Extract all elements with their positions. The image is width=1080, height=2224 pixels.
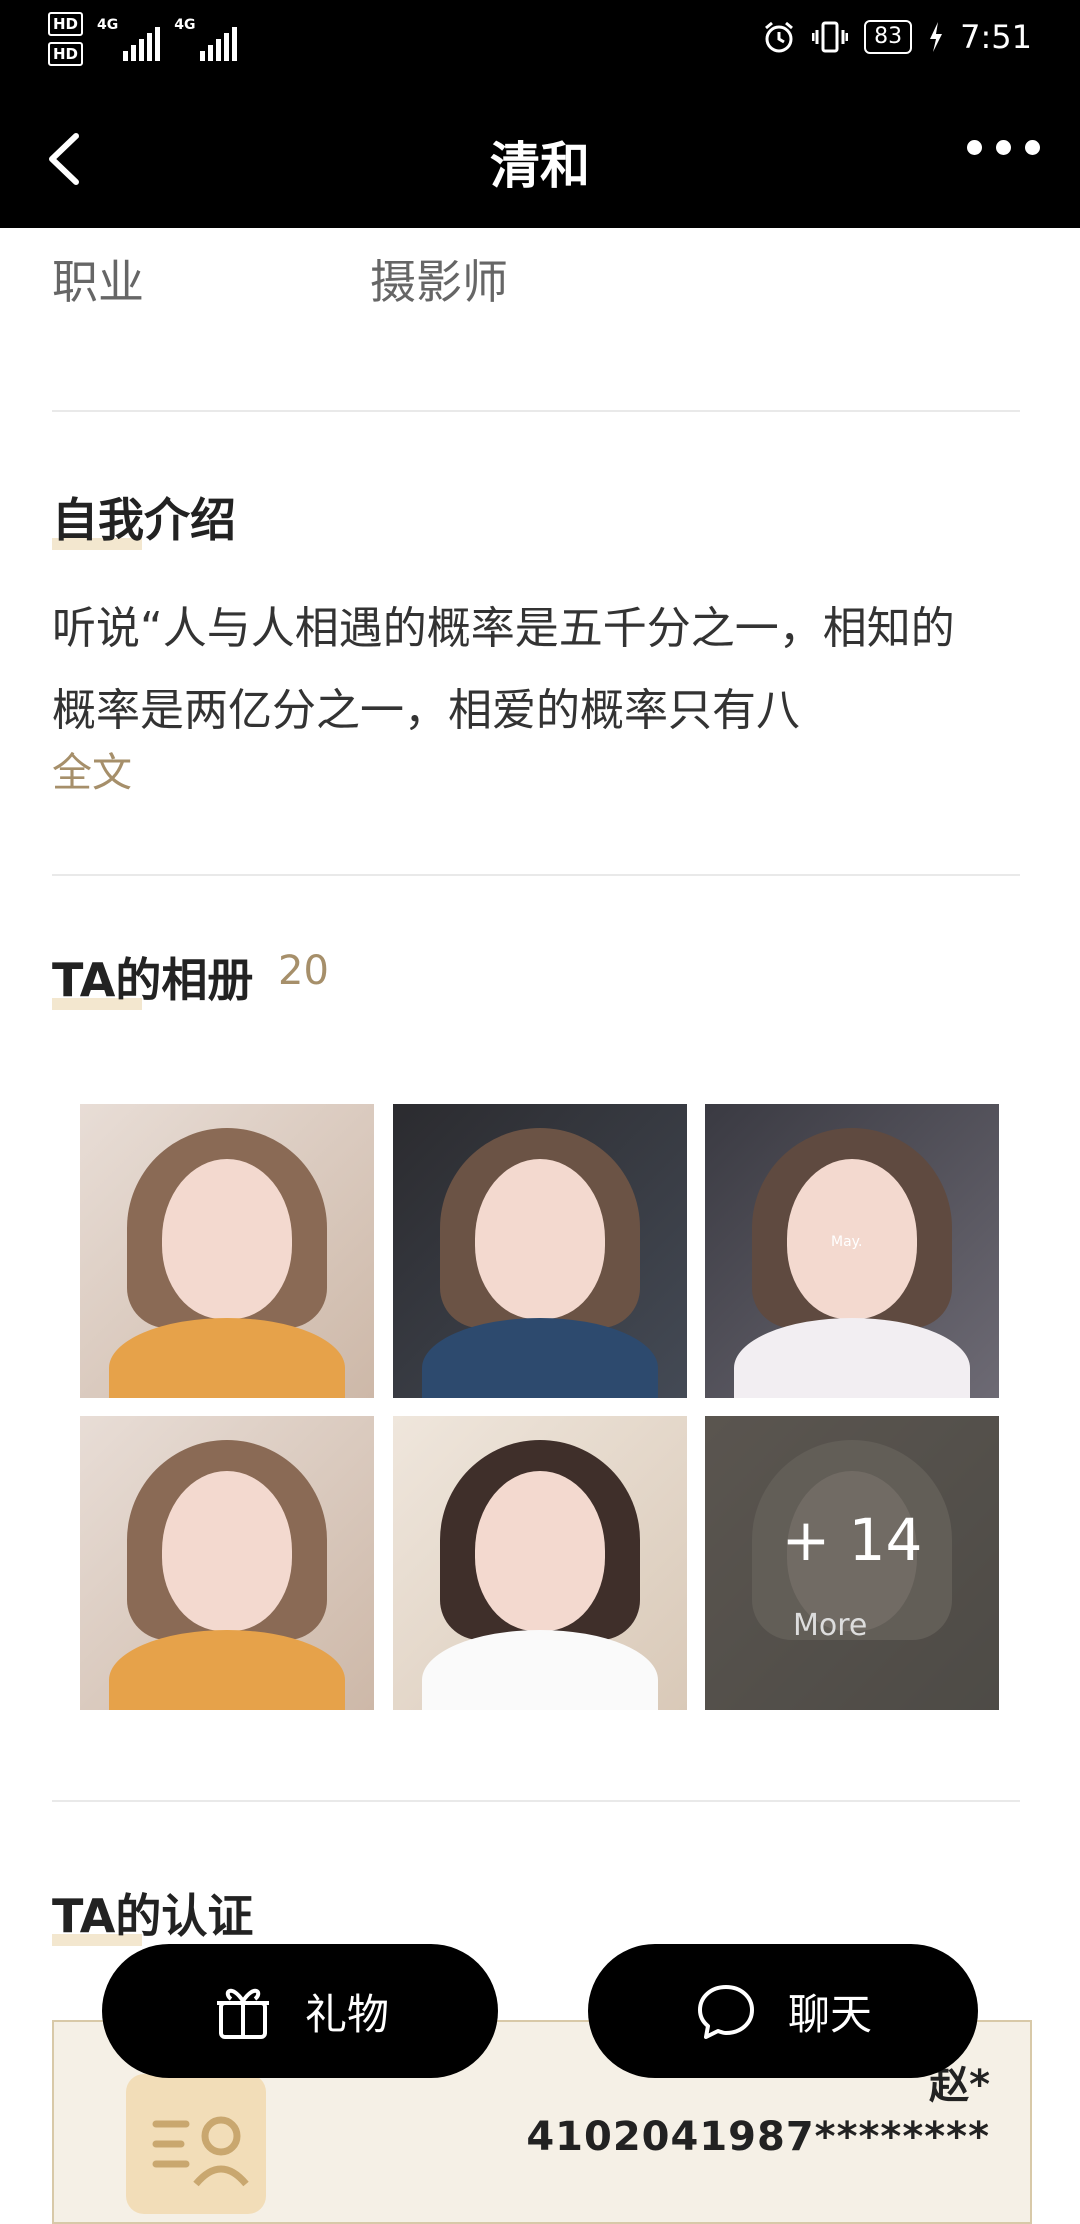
- clock: 7:51: [960, 18, 1032, 56]
- album-photo[interactable]: [393, 1104, 687, 1398]
- job-value: 摄影师: [370, 255, 508, 309]
- job-label: 职业: [52, 255, 144, 309]
- album-photo[interactable]: May.: [705, 1104, 999, 1398]
- more-photos-label: More: [793, 1608, 868, 1643]
- album-title: TA的相册: [52, 944, 254, 1010]
- status-bar: HD HD 4G 4G 83 7:51: [0, 0, 1080, 88]
- battery-indicator: 83: [864, 20, 913, 54]
- verified-id-number: 4102041987********: [526, 2114, 990, 2160]
- charging-icon: [930, 22, 943, 52]
- more-menu-button[interactable]: [967, 140, 1040, 155]
- album-count: 20: [278, 948, 329, 994]
- hd-badge-2: HD: [48, 42, 84, 66]
- gift-label: 礼物: [304, 1989, 389, 2039]
- more-photos-count: + 14: [781, 1506, 923, 1574]
- more-dots-icon: [967, 140, 982, 155]
- signal-icon-2: 4G: [174, 17, 238, 61]
- album-photo[interactable]: [393, 1416, 687, 1710]
- gift-button[interactable]: 礼物: [102, 1944, 498, 2078]
- intro-title: 自我介绍: [52, 484, 236, 550]
- album-more-tile[interactable]: + 14 More: [705, 1416, 999, 1710]
- page-title: 清和: [490, 137, 590, 195]
- title-bar: 清和: [0, 88, 1080, 228]
- chat-button[interactable]: 聊天: [588, 1944, 978, 2078]
- chat-bubble-icon: [697, 1985, 754, 2039]
- alarm-icon: [765, 21, 794, 53]
- intro-text: 听说“人与人相遇的概率是五千分之一，相知的概率是两亿分之一，相爱的概率只有八: [52, 603, 955, 736]
- verification-title: TA的认证: [52, 1880, 254, 1946]
- album-photo[interactable]: [80, 1416, 374, 1710]
- hd-badge-1: HD: [48, 12, 84, 36]
- vibrate-icon: [812, 21, 849, 53]
- divider: [52, 1800, 1020, 1802]
- gift-icon: [216, 1988, 269, 2039]
- album-photo[interactable]: [80, 1104, 374, 1398]
- divider: [52, 874, 1020, 876]
- chat-label: 聊天: [787, 1989, 872, 2039]
- job-row: 职业 摄影师: [52, 246, 508, 312]
- photo-caption: May.: [831, 1234, 863, 1250]
- signal-icon-1: 4G: [97, 17, 161, 61]
- expand-full-text-link[interactable]: 全文: [52, 740, 132, 798]
- divider: [52, 410, 1020, 412]
- id-card-icon: [126, 2074, 266, 2214]
